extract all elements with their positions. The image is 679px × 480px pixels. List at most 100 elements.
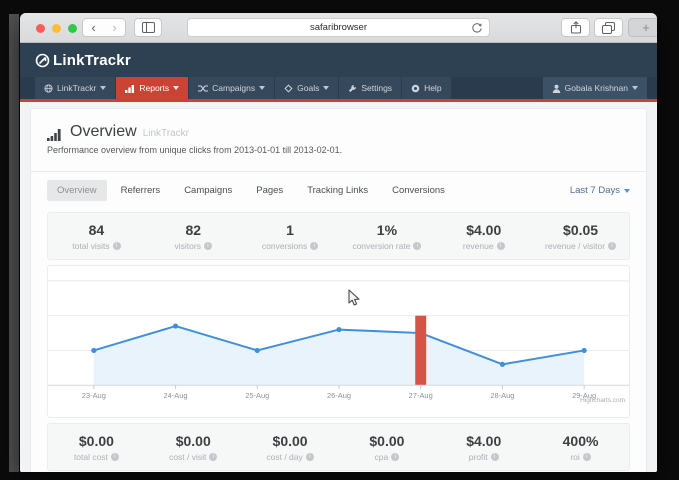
page-header: Overview LinkTrackr Performance overview… [31, 109, 646, 171]
page-title: Overview [70, 123, 137, 141]
stat-label: revenue [463, 241, 494, 251]
minimize-window-button[interactable] [52, 24, 61, 33]
stat-label: roi [570, 452, 579, 462]
user-icon [552, 84, 561, 93]
stat-total-cost: $0.00 total cost [48, 433, 145, 462]
page-content: Overview LinkTrackr Performance overview… [20, 108, 657, 472]
nav-label: LinkTrackr [57, 83, 96, 93]
sidebar-icon [142, 22, 155, 33]
address-bar[interactable]: safaribrowser [187, 18, 490, 37]
stat-label: total cost [74, 452, 108, 462]
globe-icon [44, 84, 53, 93]
stat-visitors: 82 visitors [145, 222, 242, 251]
browser-window: ‹ › safaribrowser [20, 13, 657, 472]
accent-divider [20, 99, 657, 102]
stat-label: cpa [375, 452, 389, 462]
close-window-button[interactable] [36, 24, 45, 33]
info-icon[interactable] [310, 242, 318, 250]
stat-profit: $4.00 profit [435, 433, 532, 462]
diamond-icon [284, 84, 293, 93]
stat-value: $0.05 [532, 222, 629, 238]
stat-label: conversion rate [352, 241, 410, 251]
tab-campaigns[interactable]: Campaigns [174, 180, 242, 201]
reload-icon[interactable] [471, 22, 483, 34]
share-button[interactable] [561, 18, 590, 37]
stat-conversion-rate: 1% conversion rate [338, 222, 435, 251]
report-tabs: Overview Referrers Campaigns Pages Track… [31, 172, 646, 208]
chevron-down-icon [624, 189, 630, 193]
forward-button[interactable]: › [104, 20, 125, 36]
stat-label: conversions [262, 241, 307, 251]
visits-chart[interactable]: 23-Aug24-Aug25-Aug26-Aug27-Aug28-Aug29-A… [47, 265, 630, 418]
chevron-down-icon [259, 86, 265, 90]
nav-label: Help [424, 83, 441, 93]
svg-text:24-Aug: 24-Aug [164, 391, 188, 400]
svg-text:25-Aug: 25-Aug [245, 391, 269, 400]
linktrackr-logo-icon [35, 53, 50, 68]
stat-value: 1% [338, 222, 435, 238]
wrench-icon [348, 84, 357, 93]
svg-text:26-Aug: 26-Aug [327, 391, 351, 400]
tab-referrers[interactable]: Referrers [111, 180, 171, 201]
logo-text: LinkTrackr [53, 52, 131, 69]
stat-value: 1 [242, 222, 339, 238]
back-button[interactable]: ‹ [83, 20, 104, 36]
info-icon[interactable] [306, 453, 314, 461]
tab-tracking-links[interactable]: Tracking Links [297, 180, 378, 201]
show-tabs-button[interactable] [594, 18, 623, 37]
window-controls [36, 24, 77, 33]
tab-pages[interactable]: Pages [246, 180, 293, 201]
stat-value: 400% [532, 433, 629, 449]
visits-chart-svg: 23-Aug24-Aug25-Aug26-Aug27-Aug28-Aug29-A… [48, 266, 629, 417]
stat-revenue-visitor: $0.05 revenue / visitor [532, 222, 629, 251]
zoom-window-button[interactable] [68, 24, 77, 33]
info-icon[interactable] [491, 453, 499, 461]
stat-total-visits: 84 total visits [48, 222, 145, 251]
stat-label: cost / visit [169, 452, 206, 462]
linktrackr-logo[interactable]: LinkTrackr [35, 52, 131, 69]
nav-label: Settings [361, 83, 392, 93]
info-icon[interactable] [608, 242, 616, 250]
info-icon[interactable] [413, 242, 421, 250]
stat-label: profit [469, 452, 488, 462]
stat-label: revenue / visitor [545, 241, 605, 251]
date-range-selector[interactable]: Last 7 Days [570, 185, 630, 196]
logo-row: LinkTrackr [20, 43, 657, 77]
tabs-overview-icon [602, 22, 615, 34]
nav-item-settings[interactable]: Settings [339, 77, 401, 99]
nav-item-linktrackr[interactable]: LinkTrackr [35, 77, 115, 99]
nav-item-campaigns[interactable]: Campaigns [189, 77, 274, 99]
page-subtitle: Performance overview from unique clicks … [47, 145, 630, 155]
user-menu[interactable]: Gobala Krishnan [543, 77, 647, 99]
new-tab-button[interactable]: + [628, 18, 657, 37]
nav-item-help[interactable]: Help [402, 77, 450, 99]
info-icon[interactable] [391, 453, 399, 461]
stat-cpa: $0.00 cpa [338, 433, 435, 462]
tab-conversions[interactable]: Conversions [382, 180, 455, 201]
info-icon[interactable] [111, 453, 119, 461]
nav-item-reports[interactable]: Reports [116, 77, 188, 99]
nav-item-goals[interactable]: Goals [275, 77, 338, 99]
stat-value: 84 [48, 222, 145, 238]
stat-value: $0.00 [338, 433, 435, 449]
info-icon[interactable] [204, 242, 212, 250]
info-icon[interactable] [583, 453, 591, 461]
stat-label: visitors [175, 241, 201, 251]
site-header: LinkTrackr LinkTrackr Reports [20, 43, 657, 102]
chevron-down-icon [323, 86, 329, 90]
stat-value: $0.00 [48, 433, 145, 449]
plus-icon: + [642, 20, 650, 35]
info-icon[interactable] [497, 242, 505, 250]
tab-overview[interactable]: Overview [47, 180, 107, 201]
sidebar-toggle-button[interactable] [134, 18, 162, 37]
nav-label: Goals [297, 83, 319, 93]
chevron-down-icon [173, 86, 179, 90]
browser-toolbar: ‹ › safaribrowser [20, 13, 657, 43]
stat-roi: 400% roi [532, 433, 629, 462]
stats-panel-bottom: $0.00 total cost $0.00 cost / visit $0.0… [47, 423, 630, 471]
stat-revenue: $4.00 revenue [435, 222, 532, 251]
info-icon[interactable] [113, 242, 121, 250]
stat-value: 82 [145, 222, 242, 238]
info-icon[interactable] [209, 453, 217, 461]
desktop-edge [9, 14, 19, 472]
